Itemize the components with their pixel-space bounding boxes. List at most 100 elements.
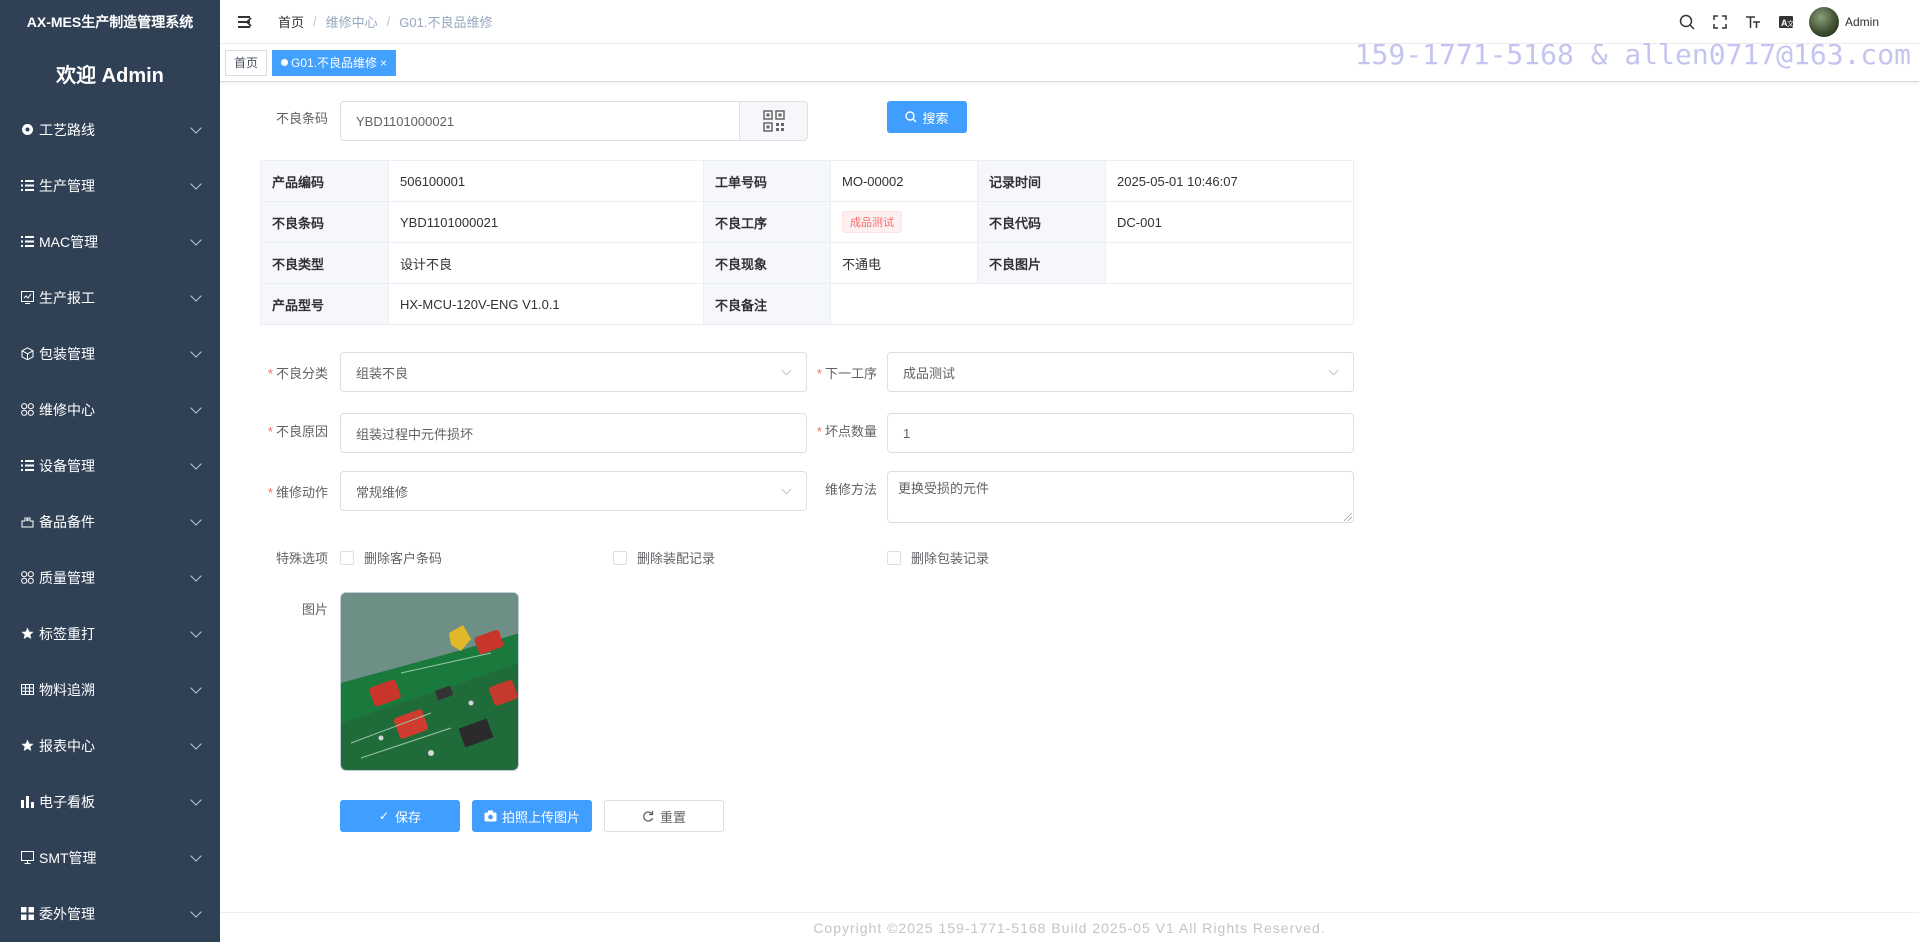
- bar-chart-icon: [20, 795, 34, 809]
- font-size-icon[interactable]: [1743, 12, 1763, 32]
- sidebar-item-label: 标签重打: [39, 626, 95, 642]
- chevron-down-icon: [190, 346, 202, 358]
- resize-handle-icon[interactable]: [1344, 513, 1352, 521]
- checkbox-box[interactable]: [887, 550, 901, 565]
- sidebar-item[interactable]: 生产报工: [0, 270, 220, 326]
- cell-value: DC-001: [1105, 201, 1354, 243]
- cell-label: 记录时间: [977, 160, 1106, 202]
- chevron-down-icon: [190, 178, 202, 190]
- cell-label: 不良备注: [703, 283, 831, 325]
- save-button[interactable]: ✓ 保存: [340, 800, 460, 832]
- footer: Copyright ©2025 159-1771-5168 Build 2025…: [220, 912, 1919, 942]
- qr-scan-button[interactable]: [740, 101, 808, 141]
- box-icon: [20, 347, 34, 361]
- chevron-down-icon: [190, 234, 202, 246]
- avatar[interactable]: [1808, 7, 1839, 37]
- sidebar-item[interactable]: 委外管理: [0, 886, 220, 942]
- table-row: 产品型号 HX-MCU-120V-ENG V1.0.1 不良备注: [260, 283, 1354, 325]
- delete-customer-barcode-checkbox[interactable]: 删除客户条码: [340, 548, 442, 567]
- sidebar: AX-MES生产制造管理系统 欢迎 Admin 工艺路线 生产管理 MAC管理 生产报…: [0, 0, 220, 942]
- translate-icon[interactable]: A文: [1776, 12, 1796, 32]
- sidebar-item[interactable]: 设备管理: [0, 438, 220, 494]
- search-button[interactable]: 搜索: [887, 101, 967, 133]
- chevron-down-icon: [190, 458, 202, 470]
- chevron-down-icon: [190, 850, 202, 862]
- tag-active-label: G01.不良品维修: [291, 55, 378, 70]
- breadcrumb-repair-center[interactable]: 维修中心: [326, 12, 378, 31]
- reason-label: * 不良原因: [267, 424, 328, 439]
- reason-input[interactable]: 组装过程中元件损坏: [340, 413, 807, 453]
- cell-label: 不良类型: [260, 242, 389, 284]
- sidebar-item[interactable]: MAC管理: [0, 214, 220, 270]
- delete-assembly-record-checkbox[interactable]: 删除装配记录: [613, 548, 715, 567]
- cell-value: 成品测试: [830, 201, 978, 243]
- next-process-value: 成品测试: [903, 365, 956, 381]
- sidebar-item[interactable]: 电子看板: [0, 774, 220, 830]
- breadcrumb-current: G01.不良品维修: [399, 15, 493, 30]
- user-name[interactable]: Admin: [1845, 15, 1879, 29]
- next-process-select[interactable]: 成品测试: [887, 352, 1354, 392]
- cell-value: MO-00002: [830, 160, 978, 202]
- chevron-down-icon: [190, 402, 202, 414]
- reset-button[interactable]: 重置: [604, 800, 724, 832]
- table-row: 产品编码 506100001 工单号码 MO-00002 记录时间 2025-0…: [260, 160, 1354, 202]
- defect-photo[interactable]: [340, 592, 519, 771]
- reason-value: 组装过程中元件损坏: [356, 426, 474, 442]
- sidebar-item[interactable]: 工艺路线: [0, 102, 220, 158]
- check-icon: ✓: [378, 809, 390, 823]
- breadcrumb-home[interactable]: 首页: [278, 12, 304, 31]
- sidebar-item[interactable]: 质量管理: [0, 550, 220, 606]
- sidebar-menu: 工艺路线生产管理 MAC管理生产报工包装管理 维修中心 设备管理 备品备件 质量管理标签重…: [0, 102, 220, 942]
- category-label: * 不良分类: [267, 366, 328, 381]
- hamburger-icon[interactable]: [236, 12, 256, 32]
- grid-icon: [20, 571, 34, 585]
- apps-icon: [20, 907, 34, 921]
- sidebar-item[interactable]: 标签重打: [0, 606, 220, 662]
- cell-label: 不良条码: [260, 201, 389, 243]
- search-icon[interactable]: [1677, 12, 1697, 32]
- method-label: 维修方法: [824, 482, 877, 497]
- sidebar-item-label: 生产报工: [39, 290, 95, 306]
- tag-active[interactable]: G01.不良品维修 ×: [272, 49, 397, 76]
- checkbox-label: 删除装配记录: [637, 551, 716, 566]
- sidebar-item[interactable]: 包装管理: [0, 326, 220, 382]
- image-label: 图片: [301, 602, 328, 617]
- sidebar-item[interactable]: 备品备件: [0, 494, 220, 550]
- method-textarea[interactable]: 更换受损的元件: [887, 471, 1354, 523]
- sidebar-item[interactable]: 生产管理: [0, 158, 220, 214]
- checkbox-box[interactable]: [613, 550, 627, 565]
- sidebar-item-label: 报表中心: [39, 738, 95, 754]
- sidebar-item[interactable]: 物料追溯: [0, 662, 220, 718]
- close-icon[interactable]: ×: [380, 51, 387, 75]
- fullscreen-icon[interactable]: [1710, 12, 1730, 32]
- barcode-input[interactable]: YBD1101000021: [340, 101, 740, 141]
- delete-packing-record-checkbox[interactable]: 删除包装记录: [887, 548, 989, 567]
- bad-points-input[interactable]: 1: [887, 413, 1354, 453]
- checkbox-label: 删除包装记录: [911, 551, 990, 566]
- sidebar-item-label: 生产管理: [39, 178, 95, 194]
- action-value: 常规维修: [356, 484, 409, 500]
- method-value: 更换受损的元件: [898, 481, 990, 496]
- action-select[interactable]: 常规维修: [340, 471, 807, 511]
- cell-value: 506100001: [388, 160, 704, 202]
- chevron-down-icon: [190, 122, 202, 134]
- tag-home[interactable]: 首页: [225, 49, 268, 76]
- table-icon: [20, 683, 34, 697]
- star-icon: [20, 739, 34, 753]
- bad-points-value: 1: [903, 425, 911, 441]
- category-select[interactable]: 组装不良: [340, 352, 807, 392]
- sidebar-item[interactable]: SMT管理: [0, 830, 220, 886]
- chevron-down-icon: [781, 484, 792, 495]
- upload-photo-button[interactable]: 拍照上传图片: [472, 800, 592, 832]
- barcode-input-value: YBD1101000021: [356, 113, 455, 129]
- qrcode-icon: [762, 110, 785, 132]
- monitor-icon: [20, 851, 34, 865]
- sidebar-item-label: MAC管理: [39, 234, 99, 250]
- save-button-label: 保存: [395, 809, 422, 825]
- checkbox-box[interactable]: [340, 550, 354, 565]
- sidebar-item[interactable]: 维修中心: [0, 382, 220, 438]
- cell-value: 不通电: [830, 242, 978, 284]
- sidebar-item[interactable]: 报表中心: [0, 718, 220, 774]
- refresh-icon: [643, 811, 654, 822]
- table-row: 不良类型 设计不良 不良现象 不通电 不良图片: [260, 242, 1354, 284]
